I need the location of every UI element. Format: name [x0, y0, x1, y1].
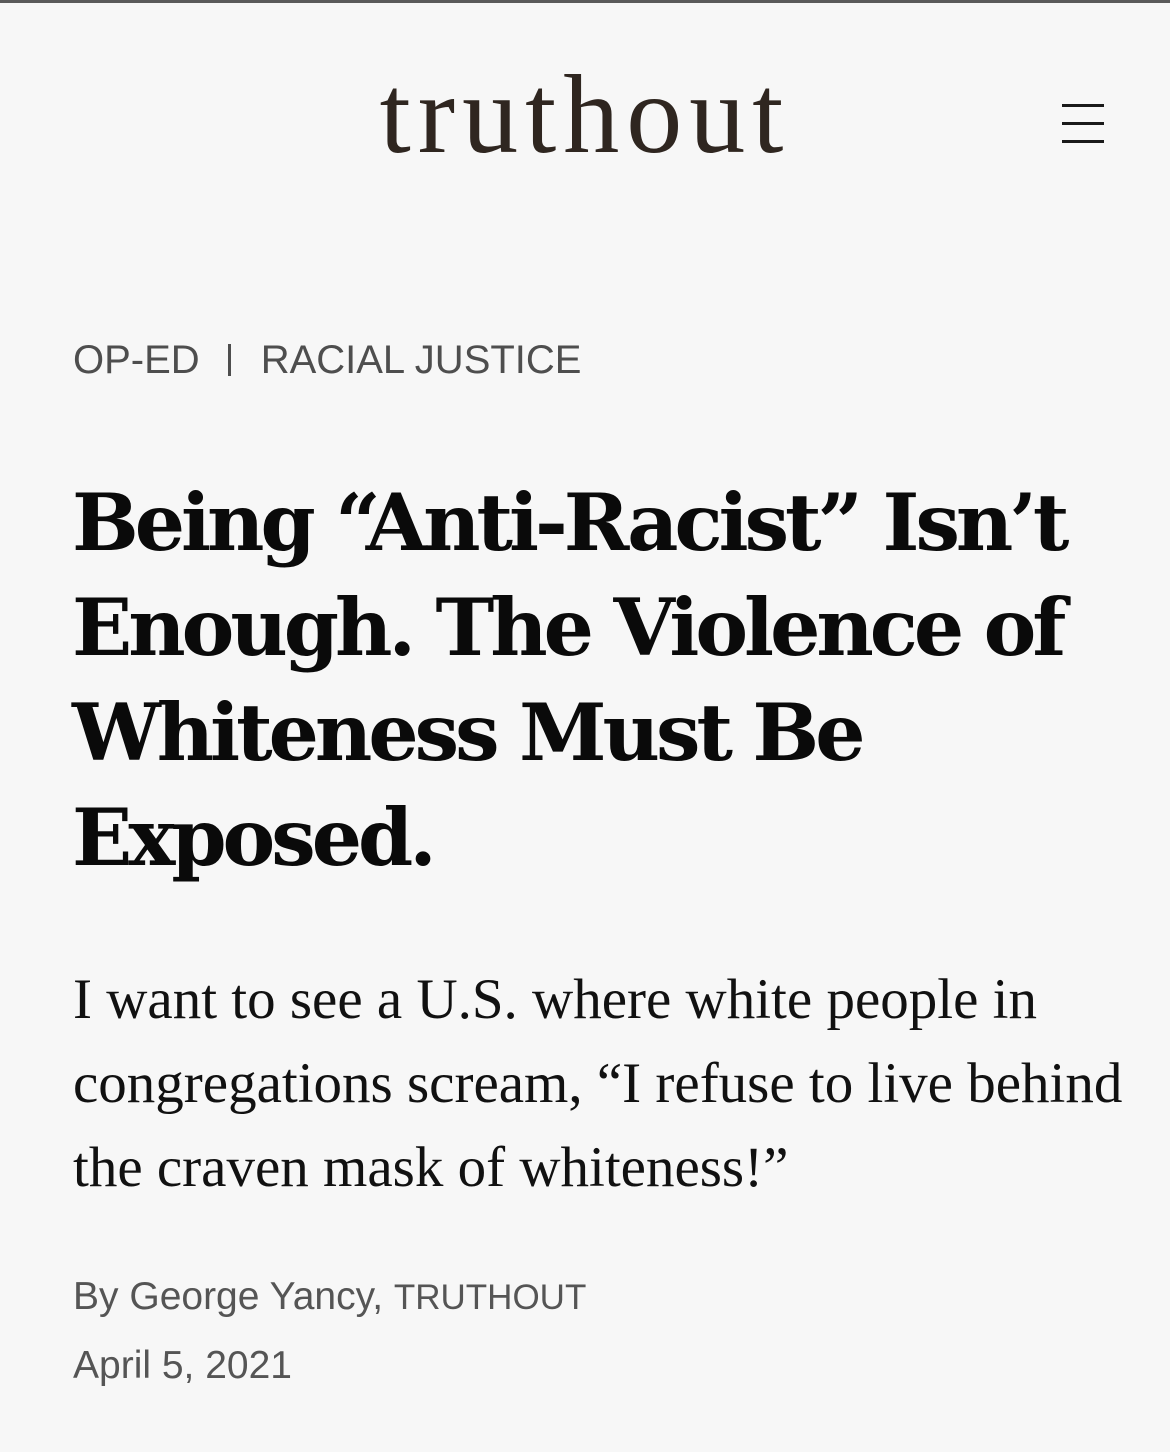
breadcrumb-topic-link[interactable]: RACIAL JUSTICE [261, 336, 582, 384]
article-dek: I want to see a U.S. where white people … [73, 968, 1123, 1199]
outlet-link[interactable]: TRUTHOUT [394, 1278, 586, 1317]
article-headline: Being “Anti-Racist” Isn’t Enough. The Vi… [72, 476, 1069, 884]
breadcrumb-separator [227, 344, 231, 376]
breadcrumb: OP-ED RACIAL JUSTICE [73, 336, 582, 384]
site-logo[interactable]: truthout [0, 40, 1170, 190]
top-border [0, 0, 1170, 3]
author-link[interactable]: George Yancy [129, 1275, 372, 1318]
article-byline: By George Yancy, TRUTHOUT [73, 1272, 586, 1323]
byline-comma: , [372, 1275, 394, 1318]
publish-date: April 5, 2021 [73, 1344, 292, 1387]
breadcrumb-section-link[interactable]: OP-ED [73, 336, 200, 384]
byline-prefix: By [73, 1275, 130, 1318]
menu-button[interactable] [1048, 96, 1116, 152]
